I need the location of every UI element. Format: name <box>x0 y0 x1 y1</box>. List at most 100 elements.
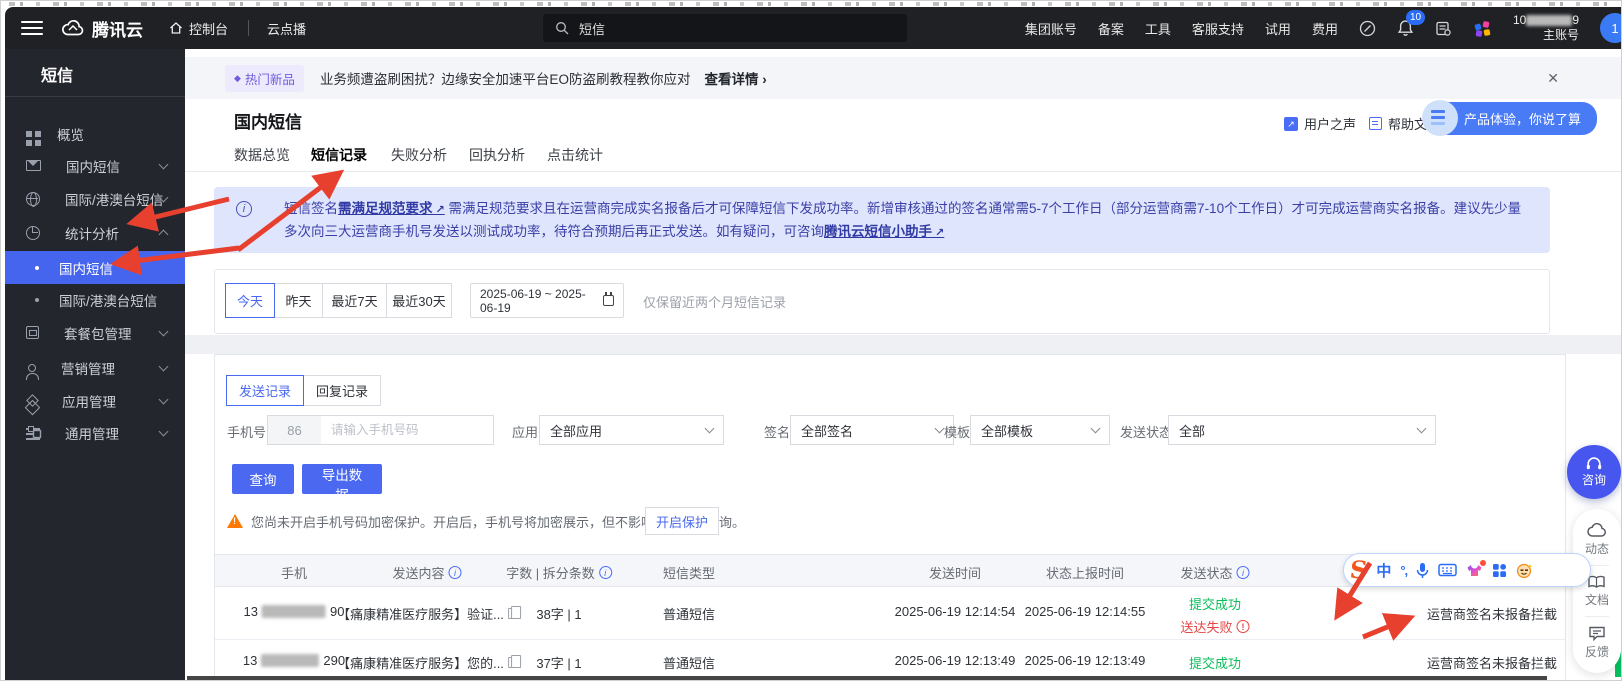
quick-range-yesterday[interactable]: 昨天 <box>274 283 323 318</box>
tencent-cloud-logo[interactable]: 腾讯云 <box>61 16 143 41</box>
query-button[interactable]: 查询 <box>232 464 294 494</box>
copy-icon[interactable] <box>508 657 517 668</box>
info-icon[interactable] <box>599 566 612 579</box>
template-select[interactable]: 全部模板 <box>970 415 1110 445</box>
microphone-icon[interactable] <box>1416 562 1429 579</box>
info-icon <box>236 201 252 217</box>
tencent-cloud-console: 腾讯云 控制台 云点播 短信 集团账号 备案 工具 客服支持 试用 费 <box>0 0 1622 681</box>
app-select[interactable]: 全部应用 <box>539 415 724 445</box>
nav-tools[interactable]: 工具 <box>1145 19 1171 38</box>
close-icon[interactable]: ✕ <box>1547 70 1559 87</box>
sidebar-item-marketing-mgmt[interactable]: 营销管理 <box>5 351 185 384</box>
banner-details-link[interactable]: 查看详情 <box>704 68 766 88</box>
sidebar-item-intl-sms[interactable]: 国际/港澳台短信 <box>5 182 185 215</box>
col-type: 短信类型 <box>663 563 715 582</box>
info-icon[interactable] <box>1237 566 1250 579</box>
cell-type: 普通短信 <box>663 604 715 623</box>
divider-band <box>185 335 1621 354</box>
app-label: 应用 <box>512 422 538 441</box>
tab-receipt-analysis[interactable]: 回执分析 <box>469 145 525 165</box>
divider <box>5 96 185 97</box>
cell-content: 【痛康精准医疗服务】验证... <box>337 604 517 623</box>
tab-reply-records[interactable]: 回复记录 <box>303 375 381 406</box>
info-icon[interactable] <box>449 566 462 579</box>
spec-requirement-link[interactable]: 需满足规范要求 <box>338 201 445 216</box>
enable-protection-button[interactable]: 开启保护 <box>645 507 719 535</box>
feedback-bubble-icon <box>1588 625 1606 641</box>
sidebar-item-statistics[interactable]: 统计分析 <box>5 216 185 249</box>
date-range-value: 2025-06-19 ~ 2025-06-19 <box>480 287 603 315</box>
col-count: 字数 | 拆分条数 <box>506 563 612 582</box>
console-link[interactable]: 控制台 <box>169 19 228 38</box>
cell-status-submitted: 提交成功 <box>1189 653 1241 672</box>
cell-count: 38字 | 1 <box>536 604 581 623</box>
export-button[interactable]: 导出数据 <box>302 464 382 494</box>
emoji-icon[interactable] <box>1516 562 1533 579</box>
table-row: 1390 【痛康精准医疗服务】验证... 38字 | 1 普通短信 2025-0… <box>215 587 1565 640</box>
globe-icon <box>26 192 40 206</box>
tab-send-records[interactable]: 发送记录 <box>226 375 304 406</box>
colorful-apps-icon[interactable] <box>1473 19 1492 38</box>
tab-sms-records[interactable]: 短信记录 <box>311 145 367 165</box>
sidebar-item-general-mgmt[interactable]: 通用管理 <box>5 416 185 449</box>
dynamics-button[interactable]: 动态 <box>1585 521 1609 559</box>
consult-floating-button[interactable]: 咨询 <box>1567 445 1621 499</box>
ime-punctuation-toggle[interactable]: °, <box>1400 563 1407 578</box>
nav-icp[interactable]: 备案 <box>1098 19 1124 38</box>
signature-select[interactable]: 全部签名 <box>790 415 954 445</box>
sidebar-subitem-intl-sms-stats[interactable]: 国际/港澳台短信 <box>5 283 185 316</box>
sidebar-item-domestic-sms[interactable]: 国内短信 <box>5 149 185 182</box>
product-experience-pill[interactable]: 产品体验，你说了算 <box>1426 103 1597 133</box>
menu-icon[interactable] <box>21 21 43 35</box>
cell-type: 普通短信 <box>663 653 715 672</box>
circled-slash-icon[interactable] <box>1359 20 1376 37</box>
cell-phone: 13290 <box>243 653 345 668</box>
nav-support[interactable]: 客服支持 <box>1192 19 1244 38</box>
brand-name: 腾讯云 <box>92 16 143 41</box>
sidebar-title: 短信 <box>41 62 73 86</box>
user-voice-link[interactable]: 用户之声 <box>1284 114 1356 133</box>
quick-range-today[interactable]: 今天 <box>225 283 275 318</box>
sidebar-item-app-mgmt[interactable]: 应用管理 <box>5 384 185 417</box>
phone-redaction <box>262 605 326 618</box>
sogou-logo[interactable]: S <box>1348 555 1368 585</box>
notification-bell[interactable]: 10 <box>1397 19 1414 37</box>
sidebar-item-overview[interactable]: 概览 <box>5 117 185 150</box>
sms-assistant-link[interactable]: 腾讯云短信小助手 <box>824 224 944 239</box>
cell-remark: 运营商签名未报备拦截 <box>1427 653 1557 672</box>
quick-range-30days[interactable]: 最近30天 <box>386 283 452 318</box>
avatar[interactable]: 1 <box>1600 13 1622 43</box>
nav-trial[interactable]: 试用 <box>1265 19 1291 38</box>
ticket-icon[interactable] <box>1435 20 1452 37</box>
send-status-select[interactable]: 全部 <box>1168 415 1436 445</box>
ime-language-toggle[interactable]: 中 <box>1376 560 1391 581</box>
ime-skin-icon[interactable] <box>1466 563 1483 578</box>
keyboard-icon[interactable] <box>1438 563 1457 577</box>
divider <box>1585 616 1609 617</box>
calendar-icon <box>603 295 614 306</box>
sidebar-subitem-domestic-sms-stats[interactable]: 国内短信 <box>5 251 185 284</box>
cell-status-failed: 送达失败 <box>1180 617 1249 636</box>
product-link[interactable]: 云点播 <box>267 19 306 38</box>
notification-count-badge: 10 <box>1406 10 1425 25</box>
survey-icon <box>1422 100 1458 136</box>
phone-input[interactable] <box>321 415 494 445</box>
date-filter-card: 今天 昨天 最近7天 最近30天 2025-06-19 ~ 2025-06-19… <box>214 269 1550 334</box>
feedback-button[interactable]: 反馈 <box>1585 623 1609 662</box>
ime-toolbox-icon[interactable] <box>1492 563 1507 578</box>
search-icon <box>555 21 569 35</box>
nav-billing[interactable]: 费用 <box>1312 19 1338 38</box>
nav-group-account[interactable]: 集团账号 <box>1025 19 1077 38</box>
copy-icon[interactable] <box>508 608 517 619</box>
tab-failure-analysis[interactable]: 失败分析 <box>391 145 447 165</box>
account-info[interactable]: 109 主账号 <box>1513 13 1579 43</box>
tab-click-stats[interactable]: 点击统计 <box>547 145 603 165</box>
sidebar-item-package-mgmt[interactable]: 套餐包管理 <box>5 316 185 349</box>
error-info-icon[interactable] <box>1237 620 1250 633</box>
search-input[interactable]: 短信 <box>543 14 907 42</box>
tab-data-overview[interactable]: 数据总览 <box>234 145 290 165</box>
account-id-redaction <box>1526 15 1572 26</box>
person-icon <box>28 364 36 372</box>
quick-range-7days[interactable]: 最近7天 <box>322 283 387 318</box>
date-range-input[interactable]: 2025-06-19 ~ 2025-06-19 <box>470 283 624 318</box>
